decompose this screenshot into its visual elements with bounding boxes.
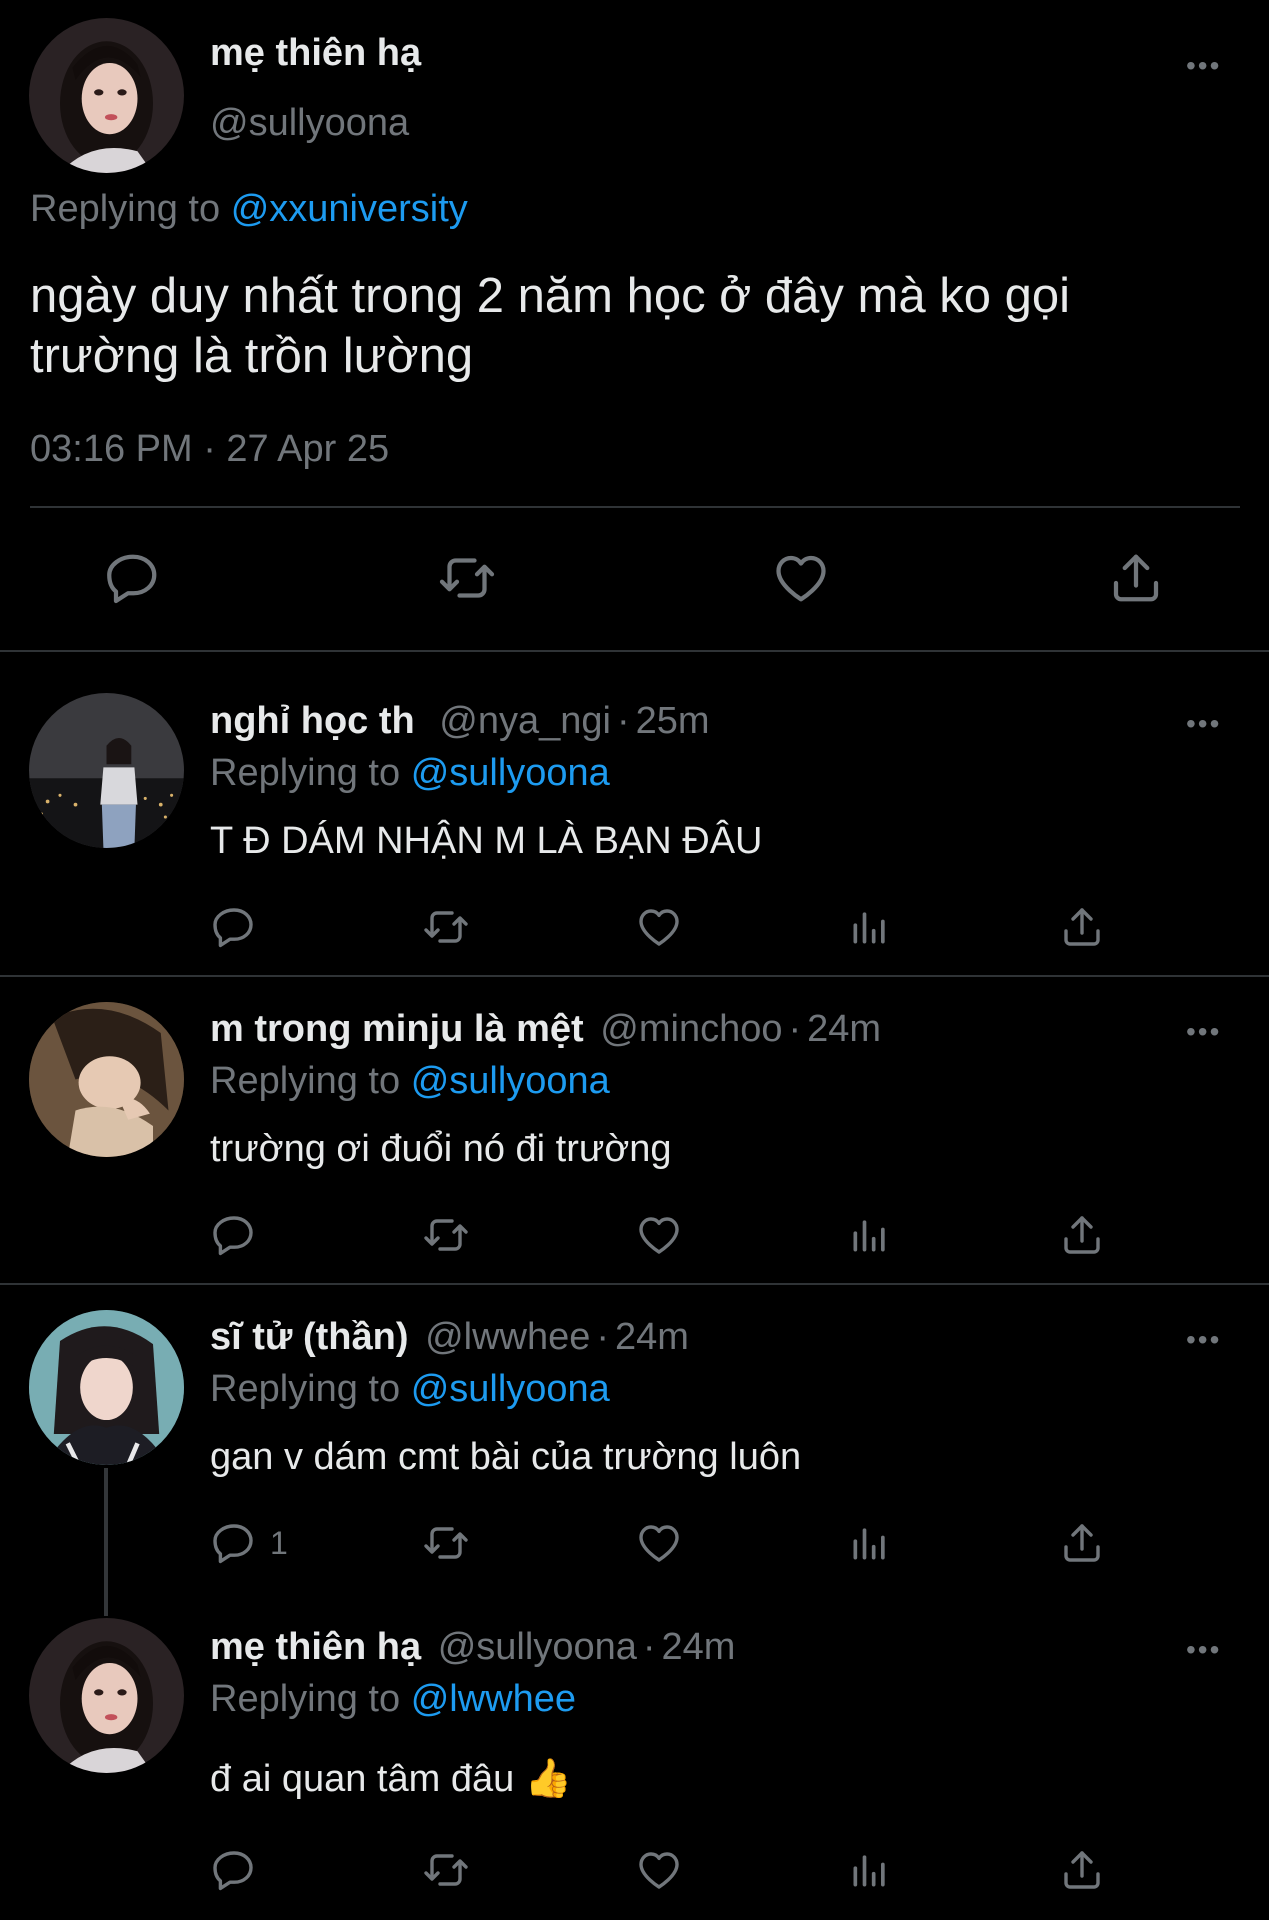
reply-header: sĩ tử (thần) @lwwhee · 24m bbox=[210, 1318, 689, 1356]
author-handle[interactable]: @lwwhee bbox=[425, 1316, 590, 1358]
more-options-icon[interactable]: ••• bbox=[1186, 1326, 1221, 1354]
views-icon[interactable] bbox=[848, 1211, 892, 1259]
dot-separator: · bbox=[642, 1626, 656, 1668]
divider bbox=[0, 650, 1269, 652]
author-display-name[interactable]: m trong minju là mệt bbox=[210, 1008, 584, 1050]
replying-to-handle[interactable]: @xxuniversity bbox=[231, 188, 468, 230]
reply-text: trường ơi đuổi nó đi trường bbox=[210, 1128, 672, 1170]
like-icon[interactable] bbox=[635, 1846, 683, 1894]
more-options-icon[interactable]: ••• bbox=[1186, 52, 1221, 80]
share-icon[interactable] bbox=[1106, 548, 1166, 608]
avatar[interactable] bbox=[29, 18, 184, 173]
author-display-name[interactable]: nghỉ học th bbox=[210, 700, 415, 742]
replying-to: Replying to @sullyoona bbox=[210, 1062, 610, 1100]
replying-to: Replying to @xxuniversity bbox=[30, 190, 468, 228]
author-handle[interactable]: @sullyoona bbox=[438, 1626, 637, 1668]
replying-to: Replying to @sullyoona bbox=[210, 1370, 610, 1408]
author-display-name[interactable]: mẹ thiên hạ bbox=[210, 1626, 421, 1668]
dot-separator: · bbox=[596, 1316, 610, 1358]
author-handle[interactable]: @sullyoona bbox=[210, 104, 409, 142]
replying-to-label: Replying to bbox=[210, 1060, 401, 1102]
reply-header: nghỉ học th @nya_ngi · 25m bbox=[210, 702, 710, 740]
replying-to-label: Replying to bbox=[30, 188, 221, 230]
like-icon[interactable] bbox=[771, 548, 831, 608]
share-icon[interactable] bbox=[1058, 1519, 1106, 1567]
replying-to-handle[interactable]: @lwwhee bbox=[411, 1678, 576, 1720]
reply-time[interactable]: 24m bbox=[615, 1316, 689, 1358]
author-handle[interactable]: @minchoo bbox=[600, 1008, 782, 1050]
more-options-icon[interactable]: ••• bbox=[1186, 1018, 1221, 1046]
avatar[interactable] bbox=[29, 1002, 184, 1157]
retweet-icon[interactable] bbox=[420, 1846, 472, 1894]
avatar[interactable] bbox=[29, 693, 184, 848]
reply-icon[interactable] bbox=[210, 1846, 258, 1894]
replying-to: Replying to @lwwhee bbox=[210, 1680, 576, 1718]
author-handle[interactable]: @nya_ngi bbox=[439, 700, 611, 742]
tweet-timestamp[interactable]: 03:16 PM · 27 Apr 25 bbox=[30, 430, 389, 468]
reply-count: 1 bbox=[270, 1525, 288, 1561]
reply-icon[interactable] bbox=[210, 1519, 258, 1567]
replying-to-handle[interactable]: @sullyoona bbox=[411, 752, 610, 794]
replying-to-label: Replying to bbox=[210, 752, 401, 794]
divider bbox=[30, 506, 1240, 508]
share-icon[interactable] bbox=[1058, 1211, 1106, 1259]
share-icon[interactable] bbox=[1058, 1846, 1106, 1894]
divider bbox=[0, 1283, 1269, 1285]
retweet-icon[interactable] bbox=[420, 1519, 472, 1567]
replying-to-label: Replying to bbox=[210, 1678, 401, 1720]
dot-separator: · bbox=[788, 1008, 802, 1050]
thread-connector-line bbox=[104, 1468, 108, 1616]
author-display-name[interactable]: sĩ tử (thần) bbox=[210, 1316, 409, 1358]
tweet-text-line: trường là trồn lường bbox=[30, 329, 474, 383]
dot-separator: · bbox=[616, 700, 630, 742]
like-icon[interactable] bbox=[635, 1211, 683, 1259]
tweet-text-line: ngày duy nhất trong 2 năm học ở đây mà k… bbox=[30, 269, 1070, 323]
views-icon[interactable] bbox=[848, 903, 892, 951]
like-icon[interactable] bbox=[635, 903, 683, 951]
replying-to: Replying to @sullyoona bbox=[210, 754, 610, 792]
tweet-text: ngày duy nhất trong 2 năm học ở đây mà k… bbox=[30, 266, 1070, 386]
more-options-icon[interactable]: ••• bbox=[1186, 1636, 1221, 1664]
retweet-icon[interactable] bbox=[420, 903, 472, 951]
like-icon[interactable] bbox=[635, 1519, 683, 1567]
share-icon[interactable] bbox=[1058, 903, 1106, 951]
reply-text: T Đ DÁM NHẬN M LÀ BẠN ĐÂU bbox=[210, 820, 763, 862]
reply-header: mẹ thiên hạ @sullyoona · 24m bbox=[210, 1628, 735, 1666]
reply-icon[interactable] bbox=[103, 548, 163, 608]
reply-icon[interactable] bbox=[210, 903, 258, 951]
avatar[interactable] bbox=[29, 1310, 184, 1465]
reply-text: đ ai quan tâm đâu 👍 bbox=[210, 1758, 573, 1800]
views-icon[interactable] bbox=[848, 1846, 892, 1894]
reply-time[interactable]: 24m bbox=[807, 1008, 881, 1050]
reply-header: m trong minju là mệt @minchoo · 24m bbox=[210, 1010, 881, 1048]
more-options-icon[interactable]: ••• bbox=[1186, 710, 1221, 738]
replying-to-label: Replying to bbox=[210, 1368, 401, 1410]
retweet-icon[interactable] bbox=[420, 1211, 472, 1259]
views-icon[interactable] bbox=[848, 1519, 892, 1567]
replying-to-handle[interactable]: @sullyoona bbox=[411, 1368, 610, 1410]
reply-icon[interactable] bbox=[210, 1211, 258, 1259]
reply-time[interactable]: 25m bbox=[636, 700, 710, 742]
divider bbox=[0, 975, 1269, 977]
replying-to-handle[interactable]: @sullyoona bbox=[411, 1060, 610, 1102]
retweet-icon[interactable] bbox=[436, 548, 498, 608]
avatar[interactable] bbox=[29, 1618, 184, 1773]
author-display-name[interactable]: mẹ thiên hạ bbox=[210, 34, 421, 72]
reply-text: gan v dám cmt bài của trường luôn bbox=[210, 1436, 802, 1478]
reply-time[interactable]: 24m bbox=[662, 1626, 736, 1668]
